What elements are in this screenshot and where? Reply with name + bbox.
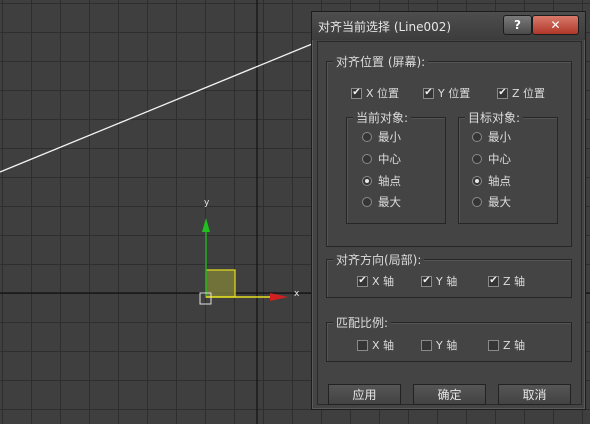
current-radio-min[interactable]: 最小: [362, 129, 401, 145]
spline-line-object: [0, 43, 313, 173]
scale-x-axis-label: X 轴: [372, 339, 395, 352]
radio-icon: [472, 176, 482, 186]
help-icon: ?: [514, 18, 521, 32]
checkbox-check-icon: ✔: [351, 87, 362, 99]
current-object-legend: 当前对象:: [353, 109, 412, 126]
scale-y-axis-checkbox[interactable]: Y 轴: [421, 337, 457, 353]
radio-icon: [362, 197, 372, 207]
target-object-group: 目标对象: 最小 中心 轴点 最大: [458, 109, 558, 224]
apply-button[interactable]: 应用: [328, 384, 401, 405]
radio-icon: [362, 176, 372, 186]
radio-icon: [362, 154, 372, 164]
align-orientation-group: 对齐方向(局部): ✔ X 轴 ✔ Y 轴 ✔ Z 轴: [326, 251, 572, 298]
current-radio-pivot-label: 轴点: [378, 174, 401, 188]
scale-z-axis-label: Z 轴: [503, 339, 526, 352]
gizmo-y-label: y: [204, 198, 210, 208]
align-position-group: 对齐位置 (屏幕): ✔ X 位置 ✔ Y 位置 ✔ Z 位置 当前对象: 最小: [326, 53, 572, 247]
checkbox-check-icon: [357, 339, 368, 351]
target-radio-center[interactable]: 中心: [472, 151, 511, 167]
align-selection-dialog: 对齐当前选择 (Line002) ? ✕ 对齐位置 (屏幕): ✔ X 位置 ✔…: [311, 11, 586, 410]
x-position-label: X 位置: [366, 87, 400, 100]
current-radio-min-label: 最小: [378, 130, 401, 144]
target-radio-pivot[interactable]: 轴点: [472, 173, 511, 189]
cancel-button[interactable]: 取消: [498, 384, 571, 405]
checkbox-check-icon: ✔: [488, 275, 499, 287]
gizmo-y-arrow: [202, 218, 210, 232]
target-object-legend: 目标对象:: [465, 109, 524, 126]
gizmo-x-label: x: [294, 289, 300, 299]
radio-icon: [472, 132, 482, 142]
match-scale-legend: 匹配比例:: [333, 314, 392, 331]
orient-z-axis-label: Z 轴: [503, 275, 526, 288]
orient-z-axis-checkbox[interactable]: ✔ Z 轴: [488, 273, 525, 289]
dialog-title: 对齐当前选择 (Line002): [318, 20, 452, 34]
target-radio-center-label: 中心: [488, 152, 511, 166]
current-radio-max-label: 最大: [378, 195, 401, 209]
scale-z-axis-checkbox[interactable]: Z 轴: [488, 337, 525, 353]
current-object-group: 当前对象: 最小 中心 轴点 最大: [346, 109, 446, 224]
orient-y-axis-label: Y 轴: [436, 275, 458, 288]
radio-icon: [362, 132, 372, 142]
target-radio-max-label: 最大: [488, 195, 511, 209]
close-button[interactable]: ✕: [532, 15, 579, 35]
dialog-content: 对齐位置 (屏幕): ✔ X 位置 ✔ Y 位置 ✔ Z 位置 当前对象: 最小: [317, 41, 582, 405]
current-radio-pivot[interactable]: 轴点: [362, 173, 401, 189]
transform-gizmo: y x: [199, 198, 300, 305]
checkbox-check-icon: ✔: [423, 87, 434, 99]
dialog-titlebar[interactable]: 对齐当前选择 (Line002) ? ✕: [312, 12, 585, 40]
current-radio-center-label: 中心: [378, 152, 401, 166]
target-radio-max[interactable]: 最大: [472, 194, 511, 210]
checkbox-check-icon: [421, 339, 432, 351]
radio-icon: [472, 197, 482, 207]
help-button[interactable]: ?: [503, 15, 532, 35]
radio-icon: [472, 154, 482, 164]
current-radio-center[interactable]: 中心: [362, 151, 401, 167]
target-radio-min-label: 最小: [488, 130, 511, 144]
checkbox-check-icon: [488, 339, 499, 351]
close-icon: ✕: [550, 18, 561, 32]
scale-x-axis-checkbox[interactable]: X 轴: [357, 337, 394, 353]
target-radio-pivot-label: 轴点: [488, 174, 511, 188]
ok-button[interactable]: 确定: [413, 384, 486, 405]
orient-x-axis-label: X 轴: [372, 275, 395, 288]
orient-y-axis-checkbox[interactable]: ✔ Y 轴: [421, 273, 457, 289]
align-position-legend: 对齐位置 (屏幕):: [333, 53, 429, 70]
z-position-checkbox[interactable]: ✔ Z 位置: [497, 85, 545, 101]
orient-x-axis-checkbox[interactable]: ✔ X 轴: [357, 273, 394, 289]
y-position-label: Y 位置: [438, 87, 471, 100]
checkbox-check-icon: ✔: [421, 275, 432, 287]
checkbox-check-icon: ✔: [497, 87, 508, 99]
align-orientation-legend: 对齐方向(局部):: [333, 251, 425, 268]
scale-y-axis-label: Y 轴: [436, 339, 458, 352]
current-radio-max[interactable]: 最大: [362, 194, 401, 210]
match-scale-group: 匹配比例: X 轴 Y 轴 Z 轴: [326, 314, 572, 362]
checkbox-check-icon: ✔: [357, 275, 368, 287]
y-position-checkbox[interactable]: ✔ Y 位置: [423, 85, 470, 101]
target-radio-min[interactable]: 最小: [472, 129, 511, 145]
z-position-label: Z 位置: [512, 87, 546, 100]
gizmo-x-arrow: [270, 293, 288, 301]
x-position-checkbox[interactable]: ✔ X 位置: [351, 85, 399, 101]
